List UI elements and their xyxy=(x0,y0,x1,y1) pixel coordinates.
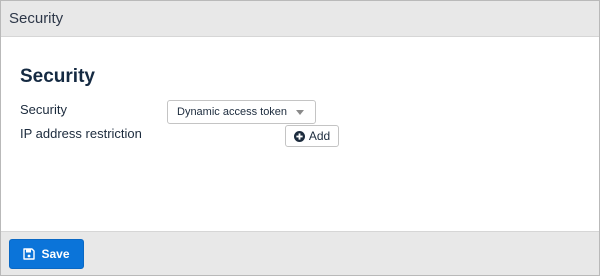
add-ip-button[interactable]: Add xyxy=(285,125,339,147)
section-heading: Security xyxy=(20,66,95,87)
window-title: Security xyxy=(9,10,64,27)
security-select[interactable]: Dynamic access token xyxy=(167,100,316,124)
add-button-label: Add xyxy=(308,129,331,143)
ip-restriction-label: IP address restriction xyxy=(20,126,142,141)
security-select-value: Dynamic access token xyxy=(177,106,288,118)
save-button-label: Save xyxy=(41,247,70,261)
title-bar: Security xyxy=(1,1,599,37)
dialog-window: Security Security Security Dynamic acces… xyxy=(0,0,600,276)
caret-down-icon xyxy=(296,110,304,115)
security-label: Security xyxy=(20,102,67,117)
save-button[interactable]: Save xyxy=(9,239,84,269)
plus-circle-icon xyxy=(293,130,305,142)
floppy-disk-icon xyxy=(23,248,36,260)
footer-bar: Save xyxy=(1,231,599,275)
dialog-content: Security Security Dynamic access token I… xyxy=(1,38,599,231)
